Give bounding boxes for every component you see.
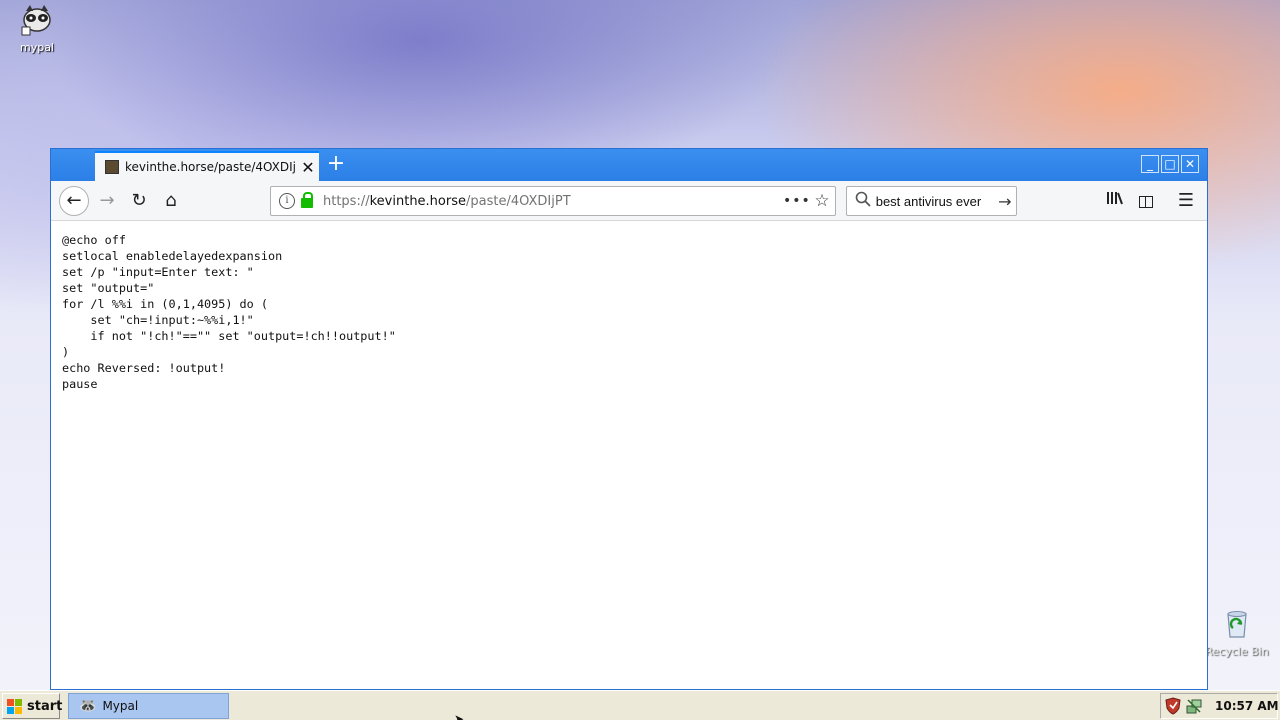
title-bar[interactable]: kevinthe.horse/paste/4OXDIjPT ✕ + _ □ ✕ xyxy=(51,149,1207,181)
security-shield-icon[interactable] xyxy=(1165,697,1181,715)
tab-active[interactable]: kevinthe.horse/paste/4OXDIjPT ✕ xyxy=(95,151,319,181)
url-scheme: https:// xyxy=(323,193,370,209)
search-bar[interactable]: → xyxy=(846,186,1017,216)
sidebar-icon xyxy=(1139,195,1153,208)
taskbar-item-mypal[interactable]: 🦝 Mypal xyxy=(68,693,229,719)
network-icon[interactable] xyxy=(1185,697,1203,715)
bookmark-star-icon[interactable]: ☆ xyxy=(809,191,835,211)
search-icon xyxy=(855,191,872,211)
search-go-icon[interactable]: → xyxy=(994,192,1016,211)
desktop-icon-label: mypal xyxy=(19,41,54,54)
desktop-icon-mypal[interactable]: mypal xyxy=(2,2,72,54)
lock-icon xyxy=(301,192,313,208)
start-button[interactable]: start xyxy=(2,693,63,719)
search-input[interactable] xyxy=(875,193,994,209)
maximize-icon[interactable]: □ xyxy=(1161,155,1179,173)
start-label: start xyxy=(27,698,63,714)
navigation-toolbar: ← → ↻ ⌂ i https://kevinthe.horse/paste/4… xyxy=(51,181,1207,221)
desktop-icon-recycle-bin[interactable]: Recycle Bin xyxy=(1202,608,1272,658)
taskbar-item-label: Mypal xyxy=(102,699,139,713)
mypal-taskbar-icon: 🦝 xyxy=(79,698,97,714)
address-bar[interactable]: i https://kevinthe.horse/paste/4OXDIjPT … xyxy=(270,186,836,216)
favicon-icon xyxy=(105,160,119,174)
back-button[interactable]: ← xyxy=(59,186,89,216)
minimize-icon[interactable]: _ xyxy=(1141,155,1159,173)
close-window-icon[interactable]: ✕ xyxy=(1181,155,1199,173)
url-host: kevinthe.horse xyxy=(369,193,466,209)
menu-button[interactable]: ☰ xyxy=(1171,186,1201,216)
page-actions-icon[interactable]: ••• xyxy=(783,193,810,209)
window-controls: _ □ ✕ xyxy=(1141,155,1199,173)
library-button[interactable] xyxy=(1100,186,1130,216)
site-info-icon[interactable]: i xyxy=(279,193,295,209)
close-tab-icon[interactable]: ✕ xyxy=(297,158,319,177)
taskbar: start 🦝 Mypal 10:57 AM xyxy=(0,690,1280,720)
tab-title: kevinthe.horse/paste/4OXDIjPT xyxy=(125,160,297,174)
sidebar-toggle-button[interactable] xyxy=(1131,186,1161,216)
windows-logo-icon xyxy=(7,698,22,714)
system-tray: 10:57 AM xyxy=(1160,693,1279,719)
paste-code-text: @echo off setlocal enabledelayedexpansio… xyxy=(62,233,396,391)
home-button[interactable]: ⌂ xyxy=(156,186,186,216)
hamburger-menu-icon: ☰ xyxy=(1177,190,1195,211)
url-text[interactable]: https://kevinthe.horse/paste/4OXDIjPT xyxy=(323,194,783,209)
reload-button[interactable]: ↻ xyxy=(124,186,154,216)
desktop-icon-label: Recycle Bin xyxy=(1205,645,1269,658)
clock[interactable]: 10:57 AM xyxy=(1215,699,1279,713)
browser-window: kevinthe.horse/paste/4OXDIjPT ✕ + _ □ ✕ … xyxy=(50,148,1208,690)
page-content: @echo off setlocal enabledelayedexpansio… xyxy=(51,222,1207,689)
mouse-cursor-icon: ➤ xyxy=(454,712,465,720)
url-path: /paste/4OXDIjPT xyxy=(466,193,571,209)
mypal-app-icon xyxy=(21,5,51,36)
forward-button[interactable]: → xyxy=(92,186,122,216)
recycle-bin-icon xyxy=(1227,611,1247,638)
library-icon xyxy=(1107,192,1123,205)
new-tab-button[interactable]: + xyxy=(323,151,349,179)
